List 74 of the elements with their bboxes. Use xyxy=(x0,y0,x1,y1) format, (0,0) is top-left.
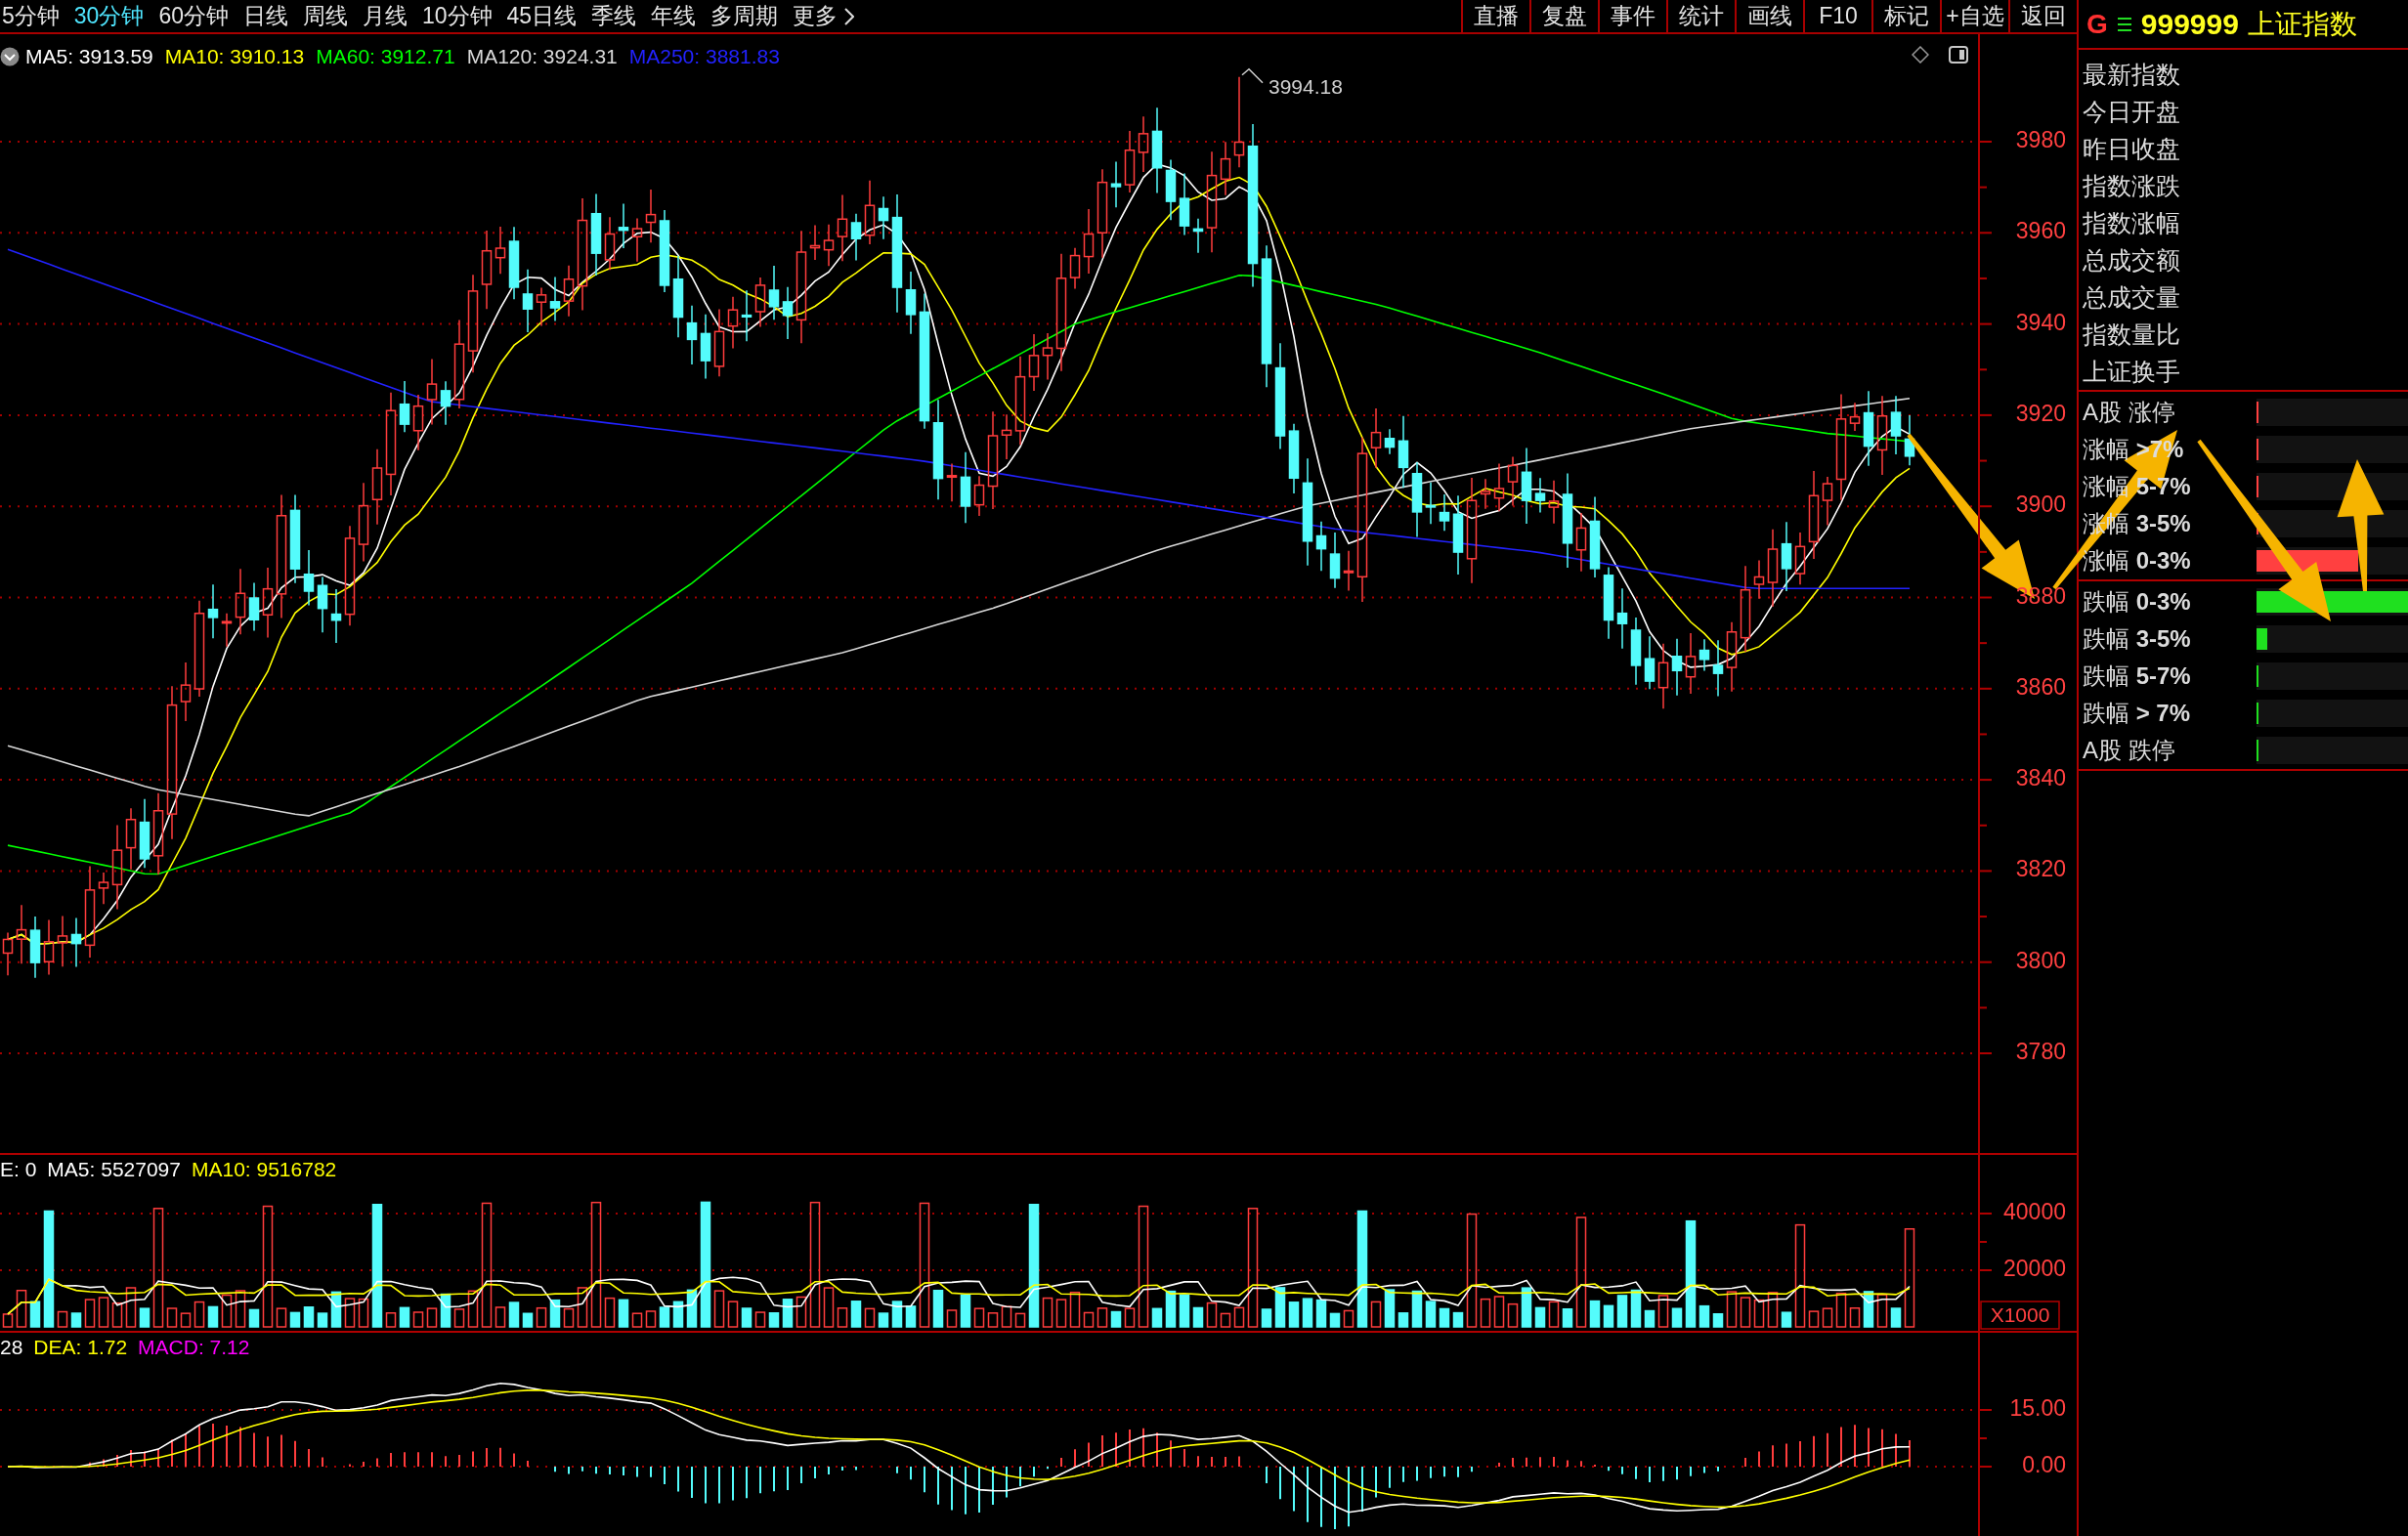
breadth-label: 跌幅 5-7% xyxy=(2082,661,2192,691)
breadth-label: A股 跌停 xyxy=(2082,736,2176,765)
price-axis-label: 3840 xyxy=(2015,765,2066,791)
volume-unit-label: X1000 xyxy=(1980,1301,2060,1330)
volume-legend-label: MA10: 9516782 xyxy=(191,1157,337,1182)
price-axis-label: 3780 xyxy=(2015,1039,2066,1065)
price-axis-label: 3900 xyxy=(2015,491,2066,518)
toolbar-button[interactable]: 返回 xyxy=(2008,0,2077,32)
index-code: 999999 xyxy=(2140,7,2239,41)
toolbar-button[interactable]: 标记 xyxy=(1871,0,1940,32)
quote-field-label: 指数涨幅 xyxy=(2082,208,2181,238)
menu-icon[interactable] xyxy=(2116,15,2132,33)
macd-axis-label: 15.00 xyxy=(2009,1395,2066,1422)
breadth-label: A股 涨停 xyxy=(2082,398,2176,427)
quote-field-label: 指数量比 xyxy=(2082,320,2181,350)
breadth-label: 跌幅 3-5% xyxy=(2082,624,2192,654)
period-tab[interactable]: 日线 xyxy=(243,1,288,31)
period-tab[interactable]: 年线 xyxy=(651,1,697,31)
peak-price-label: 3994.18 xyxy=(1268,75,1343,99)
price-axis-label: 3800 xyxy=(2015,947,2066,973)
quote-field-label: 总成交额 xyxy=(2082,245,2181,276)
period-tab[interactable]: 季线 xyxy=(591,1,637,31)
index-name: 上证指数 xyxy=(2247,7,2357,41)
macd-axis-label: 0.00 xyxy=(2022,1452,2066,1478)
price-axis-label: 3860 xyxy=(2015,673,2066,700)
macd-legend-label: 28 xyxy=(0,1335,23,1360)
volume-legend-label: E: 0 xyxy=(0,1157,37,1182)
market-letter: G xyxy=(2086,8,2108,40)
price-axis-label: 3880 xyxy=(2015,582,2066,609)
toolbar-button[interactable]: +自选 xyxy=(1940,0,2008,32)
breadth-label: 涨幅 0-3% xyxy=(2082,546,2192,576)
period-tab[interactable]: 月线 xyxy=(363,1,408,31)
moving-average-label: MA60: 3912.71 xyxy=(316,44,455,69)
breadth-label: 跌幅 > 7% xyxy=(2082,699,2192,728)
quote-field-label: 昨日收盘 xyxy=(2082,134,2181,164)
period-tab[interactable]: 10分钟 xyxy=(422,1,493,31)
volume-axis-label: 40000 xyxy=(2003,1199,2066,1225)
moving-average-label: MA5: 3913.59 xyxy=(25,44,153,69)
quote-field-label: 总成交量 xyxy=(2082,282,2181,313)
price-axis-label: 3980 xyxy=(2015,127,2066,153)
breadth-label: 跌幅 0-3% xyxy=(2082,587,2192,617)
toolbar-button[interactable]: 复盘 xyxy=(1529,0,1598,32)
period-tab[interactable]: 30分钟 xyxy=(73,1,145,31)
toolbar-button[interactable]: 事件 xyxy=(1598,0,1666,32)
moving-average-label: MA120: 3924.31 xyxy=(466,44,618,69)
moving-average-label: MA10: 3910.13 xyxy=(164,44,305,69)
toolbar-button[interactable]: 统计 xyxy=(1666,0,1735,32)
leader-line xyxy=(1241,67,1264,84)
quote-field-label: 今日开盘 xyxy=(2082,97,2181,127)
volume-axis-label: 20000 xyxy=(2003,1256,2066,1282)
quote-field-label: 指数涨跌 xyxy=(2082,171,2181,201)
period-tab[interactable]: 45日线 xyxy=(506,1,578,31)
macd-legend-label: MACD: 7.12 xyxy=(138,1335,250,1360)
period-tab[interactable]: 周线 xyxy=(303,1,348,31)
toolbar-button[interactable]: F10 xyxy=(1803,0,1871,32)
toolbar-button[interactable]: 画线 xyxy=(1735,0,1803,32)
quote-field-label: 最新指数 xyxy=(2082,60,2181,90)
panel-toggle-icon[interactable] xyxy=(1949,46,1968,64)
period-tab[interactable]: 多周期 xyxy=(710,1,779,31)
price-axis-label: 3960 xyxy=(2015,218,2066,244)
diamond-icon[interactable] xyxy=(1912,46,1929,64)
macd-legend-label: DEA: 1.72 xyxy=(33,1335,128,1360)
price-axis-label: 3820 xyxy=(2015,856,2066,882)
chevron-right-icon xyxy=(844,7,855,25)
price-axis-label: 3920 xyxy=(2015,401,2066,426)
period-tab[interactable]: 5分钟 xyxy=(2,1,60,31)
period-tab[interactable]: 60分钟 xyxy=(158,1,229,31)
chevron-down-icon[interactable] xyxy=(0,47,20,66)
price-axis-label: 3940 xyxy=(2015,309,2066,335)
moving-average-label: MA250: 3881.83 xyxy=(628,44,780,69)
quote-field-label: 上证换手 xyxy=(2082,357,2181,387)
period-tab[interactable]: 更多 xyxy=(793,1,855,31)
toolbar-button[interactable]: 直播 xyxy=(1461,0,1529,32)
volume-legend-label: MA5: 5527097 xyxy=(47,1157,181,1182)
